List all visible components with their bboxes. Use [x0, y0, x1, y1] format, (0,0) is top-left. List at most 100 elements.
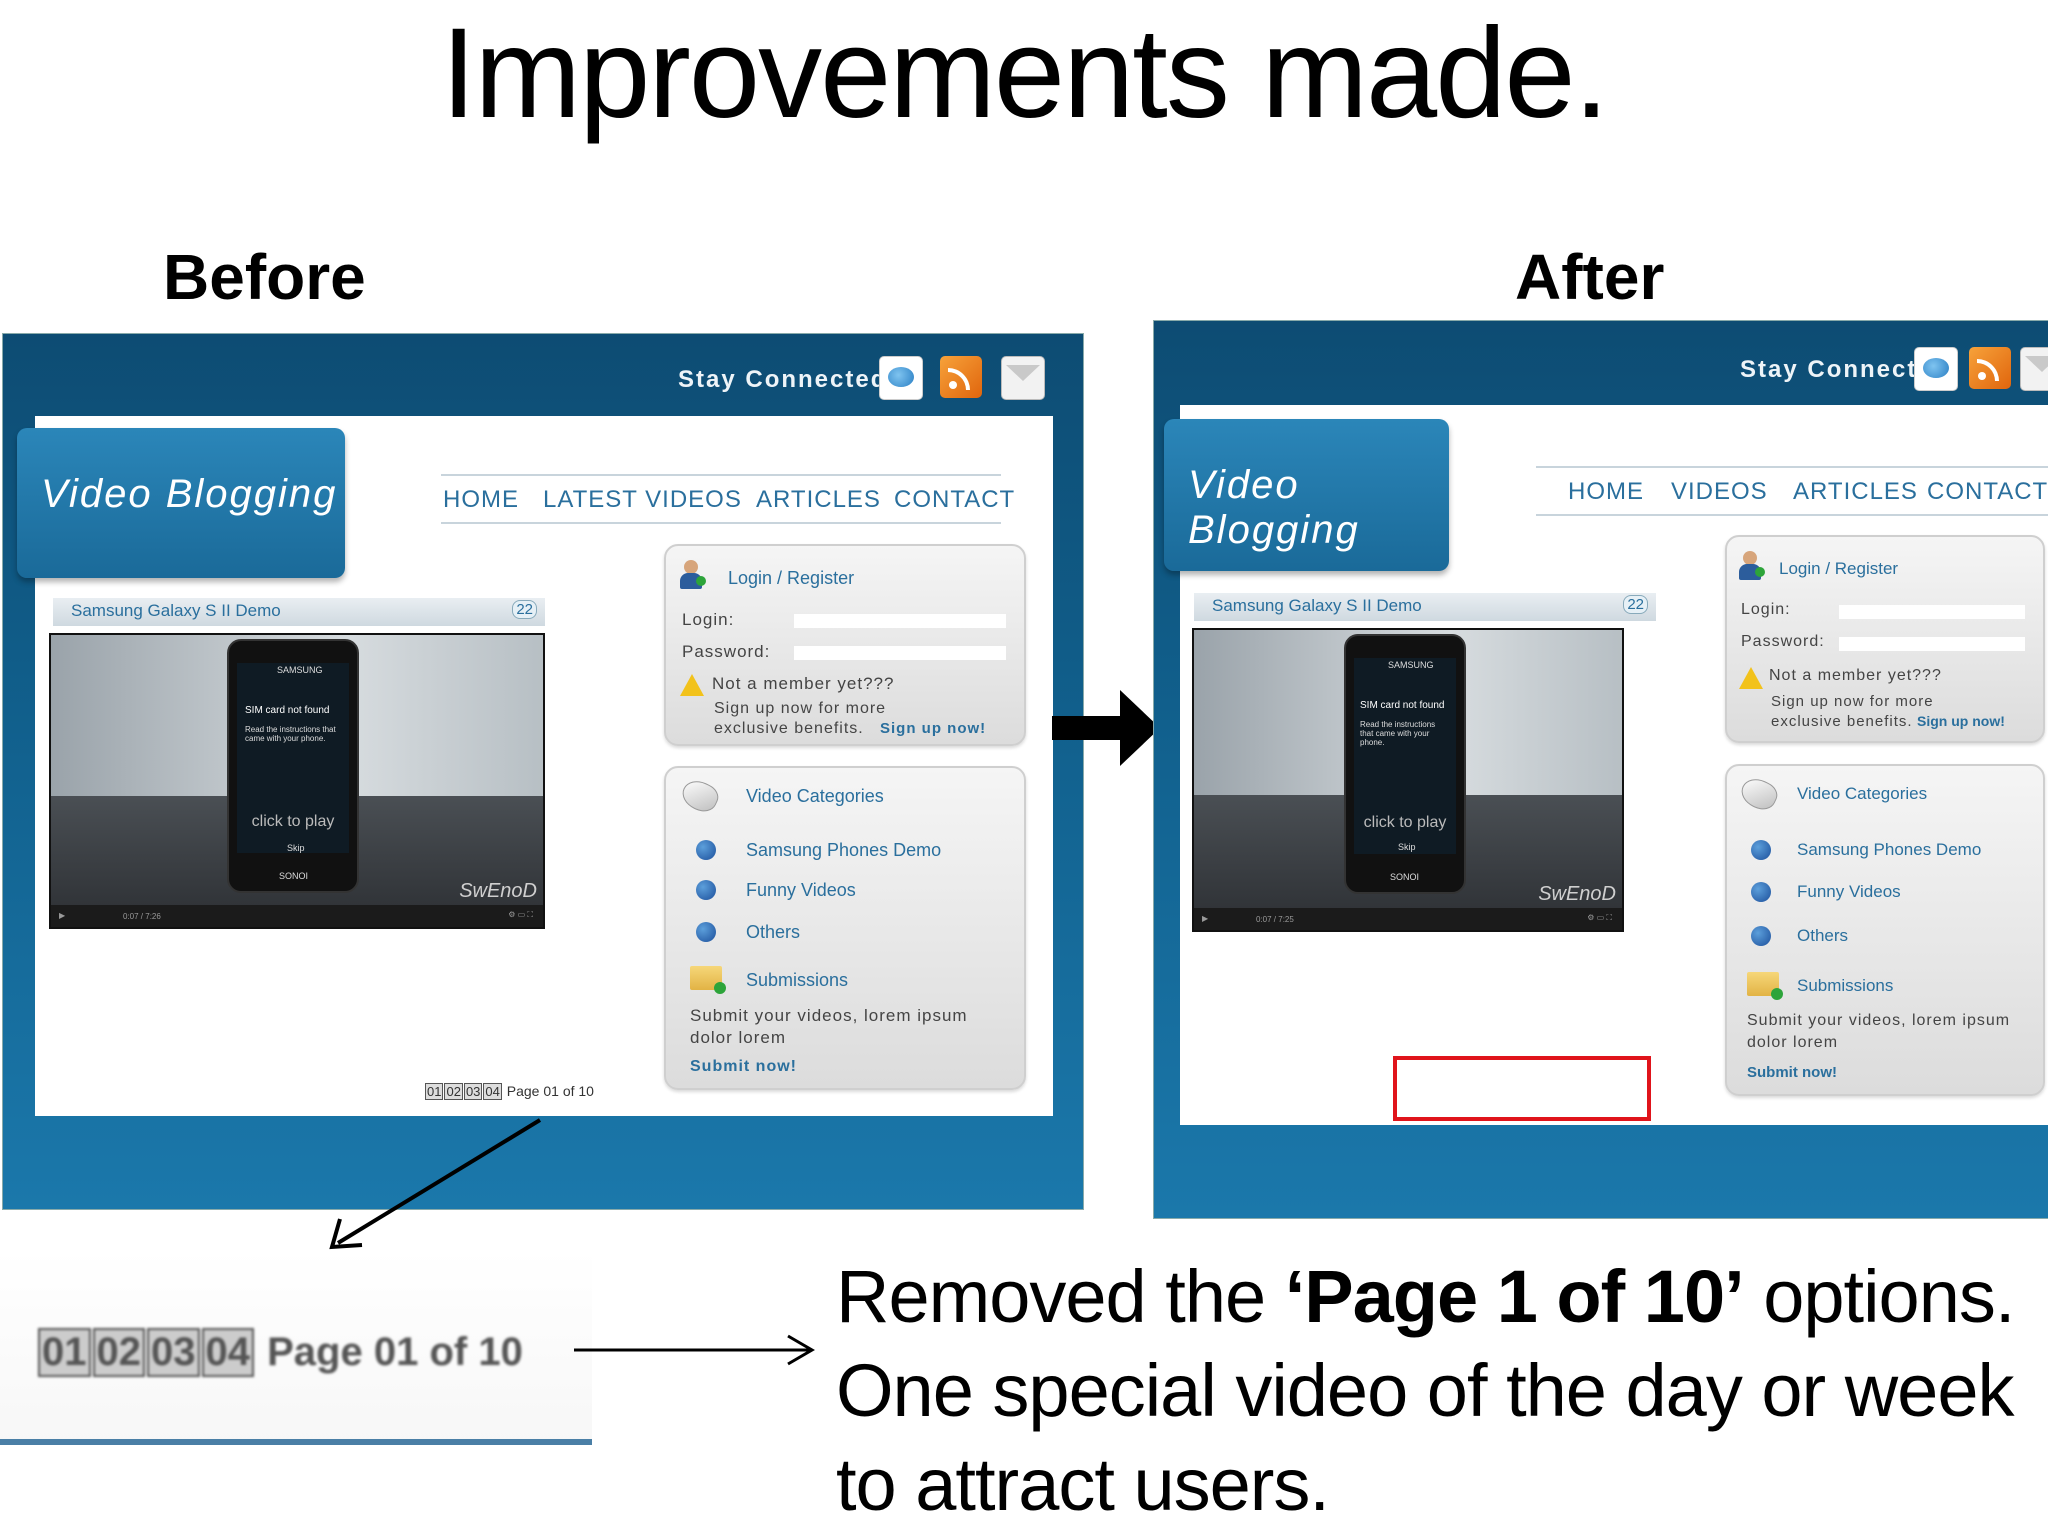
nav-latest-videos[interactable]: LATEST VIDEOS — [543, 486, 742, 514]
bullet-icon — [696, 840, 716, 860]
play-icon[interactable]: ▶ — [1202, 914, 1208, 923]
site-logo[interactable]: Video Blogging — [1164, 419, 1449, 571]
click-to-play[interactable]: click to play — [1354, 814, 1456, 832]
caption-text: Removed the ‘Page 1 of 10’ options. One … — [836, 1255, 2015, 1526]
signup-link[interactable]: Sign up now! — [880, 720, 986, 737]
nav-home[interactable]: HOME — [443, 486, 519, 514]
warning-icon — [680, 674, 704, 696]
login-label: Login: — [682, 610, 735, 629]
zoomed-pagination: 01 02 03 04 Page 01 of 10 — [38, 1328, 523, 1377]
bullet-icon — [696, 922, 716, 942]
submissions-header[interactable]: Submissions — [1797, 976, 1893, 996]
category-samsung[interactable]: Samsung Phones Demo — [746, 840, 941, 861]
video-player[interactable]: SAMSUNG SIM card not found Read the inst… — [49, 633, 545, 929]
signup-line2: exclusive benefits. — [1771, 713, 1913, 730]
nav-articles[interactable]: ARTICLES — [756, 486, 881, 514]
folder-icon — [1747, 972, 1783, 1000]
mouse-icon — [677, 775, 723, 817]
not-member-text: Not a member yet??? — [1769, 667, 1942, 684]
nav-contact[interactable]: CONTACT — [894, 486, 1015, 514]
main-nav: HOME LATEST VIDEOS ARTICLES CONTACT — [441, 474, 1014, 524]
comment-count-badge: 22 — [512, 600, 537, 619]
login-field[interactable] — [794, 614, 1006, 628]
pagination-zoom: 01 02 03 04 Page 01 of 10 — [0, 1250, 592, 1445]
category-samsung[interactable]: Samsung Phones Demo — [1797, 840, 1981, 860]
bullet-icon — [1751, 840, 1771, 860]
login-register-link[interactable]: Login / Register — [1779, 559, 1898, 579]
rss-icon[interactable] — [940, 356, 982, 398]
signup-link[interactable]: Sign up now! — [1917, 713, 2005, 729]
video-controls[interactable]: ▶ 0:07 / 7:26 ⚙ ▭ ⛶ — [51, 905, 543, 927]
submit-line2: dolor lorem — [690, 1028, 787, 1047]
nav-articles[interactable]: ARTICLES — [1793, 478, 1918, 506]
video-controls[interactable]: ▶ 0:07 / 7:25 ⚙ ▭ ⛶ — [1194, 908, 1622, 930]
bullet-icon — [1751, 882, 1771, 902]
video-title[interactable]: Samsung Galaxy S II Demo — [71, 601, 281, 621]
login-label: Login: — [1741, 601, 1791, 618]
category-funny[interactable]: Funny Videos — [746, 880, 856, 901]
password-label: Password: — [1741, 633, 1825, 650]
submit-link[interactable]: Submit now! — [690, 1058, 797, 1076]
password-field[interactable] — [1839, 637, 2025, 651]
page-03-button[interactable]: 03 — [463, 1083, 483, 1100]
twitter-icon[interactable] — [1914, 347, 1958, 391]
page-01-button[interactable]: 01 — [425, 1083, 444, 1100]
main-nav: HOME VIDEOS ARTICLES CONTACT — [1536, 466, 2048, 516]
stay-connected-label: Stay Connected: — [678, 366, 898, 393]
warning-icon — [1739, 667, 1763, 689]
play-icon[interactable]: ▶ — [59, 911, 65, 920]
nav-home[interactable]: HOME — [1568, 478, 1644, 506]
after-label: After — [1515, 241, 1665, 313]
nav-videos[interactable]: VIDEOS — [1671, 478, 1768, 506]
password-label: Password: — [682, 642, 771, 661]
nav-contact[interactable]: CONTACT — [1927, 478, 2048, 506]
mail-icon[interactable] — [1001, 356, 1045, 400]
rss-icon[interactable] — [1969, 347, 2011, 389]
categories-box: Video Categories Samsung Phones Demo Fun… — [664, 766, 1026, 1090]
video-title[interactable]: Samsung Galaxy S II Demo — [1212, 596, 1422, 616]
phone-image: SAMSUNG SIM card not found Read the inst… — [1344, 634, 1466, 894]
folder-icon — [690, 966, 726, 994]
phone-image: SAMSUNG SIM card not found Read the inst… — [227, 639, 359, 893]
categories-header: Video Categories — [746, 786, 884, 806]
categories-box: Video Categories Samsung Phones Demo Fun… — [1725, 764, 2045, 1096]
user-icon — [1739, 551, 1765, 581]
page-02-button[interactable]: 02 — [444, 1083, 463, 1100]
page-indicator: Page 01 of 10 — [506, 1083, 594, 1099]
comment-count-badge: 22 — [1623, 595, 1648, 614]
login-register-link[interactable]: Login / Register — [728, 568, 854, 589]
site-logo[interactable]: Video Blogging — [17, 428, 345, 578]
user-icon — [680, 560, 706, 590]
login-box: Login / Register Login: Password: Not a … — [664, 544, 1026, 746]
password-field[interactable] — [794, 646, 1006, 660]
removed-area-highlight — [1393, 1056, 1651, 1121]
twitter-icon[interactable] — [879, 356, 923, 400]
category-funny[interactable]: Funny Videos — [1797, 882, 1901, 902]
login-box: Login / Register Login: Password: Not a … — [1725, 535, 2045, 743]
player-settings-icon[interactable]: ⚙ ▭ ⛶ — [508, 910, 533, 920]
category-others[interactable]: Others — [1797, 926, 1848, 946]
submissions-header[interactable]: Submissions — [746, 970, 848, 991]
mail-icon[interactable] — [2020, 347, 2048, 391]
video-player[interactable]: SAMSUNG SIM card not found Read the inst… — [1192, 628, 1624, 932]
signup-line1: Sign up now for more — [714, 700, 887, 717]
player-settings-icon[interactable]: ⚙ ▭ ⛶ — [1587, 913, 1612, 923]
video-title-bar: Samsung Galaxy S II Demo 22 — [1194, 593, 1656, 621]
submit-line1: Submit your videos, lorem ipsum — [1747, 1012, 2011, 1029]
caption-arrow-icon — [574, 1334, 815, 1366]
not-member-text: Not a member yet??? — [712, 674, 895, 693]
login-field[interactable] — [1839, 605, 2025, 619]
mouse-icon — [1736, 773, 1782, 815]
click-to-play[interactable]: click to play — [237, 813, 349, 831]
bullet-icon — [696, 880, 716, 900]
video-title-bar: Samsung Galaxy S II Demo 22 — [53, 598, 545, 626]
submit-line2: dolor lorem — [1747, 1034, 1839, 1051]
signup-line1: Sign up now for more — [1771, 693, 1934, 710]
category-others[interactable]: Others — [746, 922, 800, 943]
page-04-button[interactable]: 04 — [483, 1083, 502, 1100]
pagination: 01 02 03 04 Page 01 of 10 — [425, 1083, 594, 1100]
submit-link[interactable]: Submit now! — [1747, 1064, 1837, 1081]
video-watermark: SwEnoD — [459, 880, 537, 902]
before-mockup: Stay Connected: Video Blogging HOME LATE… — [2, 333, 1084, 1210]
slide-title: Improvements made. — [440, 2, 1609, 145]
